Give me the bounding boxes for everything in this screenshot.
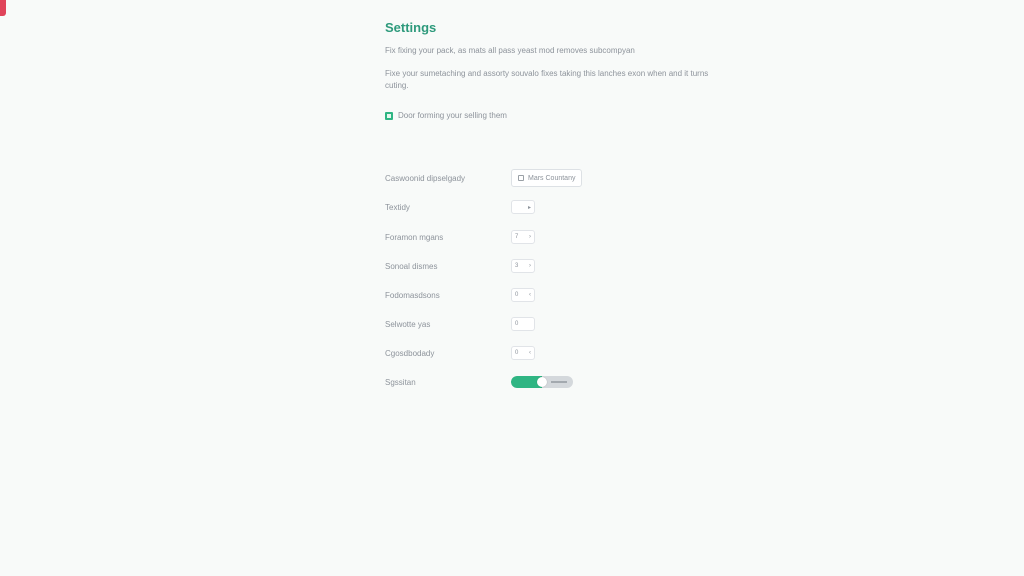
settings-page: Settings Fix fixing your pack, as mats a… [0, 0, 1024, 576]
checkbox-label: Door forming your selling them [398, 111, 507, 120]
page-title: Settings [385, 20, 437, 35]
stepper-arrow-icon[interactable]: ‹ [529, 292, 531, 298]
toggle-knob[interactable] [537, 377, 547, 387]
stepper-arrow-icon[interactable]: ▸ [528, 204, 531, 211]
intro-text-2: Fixe your sumetaching and assorty souval… [385, 69, 709, 90]
settings-row: Selwotte yas 0 [385, 315, 745, 333]
settings-row: Fodomasdsons 0 ‹ [385, 286, 745, 304]
row-label: Foramon mgans [385, 232, 444, 242]
stepper[interactable]: 0 [511, 317, 535, 331]
settings-row: Foramon mgans 7 › [385, 228, 745, 246]
stepper[interactable]: 3 › [511, 259, 535, 273]
checkbox-row[interactable]: Door forming your selling them [385, 111, 507, 120]
stepper[interactable]: ▸ [511, 200, 535, 214]
row-label: Sonoal dismes [385, 261, 438, 271]
square-icon [518, 175, 524, 181]
stepper-value: 0 [515, 350, 519, 356]
stepper-value: 0 [515, 321, 519, 327]
grip-lines-icon [551, 381, 567, 383]
settings-row: Caswoonid dipselgady Mars Countany [385, 169, 745, 187]
app-badge-icon [0, 0, 6, 16]
toggle-switch[interactable] [511, 376, 573, 388]
select-value: Mars Countany [528, 174, 576, 182]
stepper[interactable]: 0 ‹ [511, 346, 535, 360]
row-label: Cgosdbodady [385, 348, 435, 358]
row-label: Caswoonid dipselgady [385, 173, 466, 183]
row-label: Textidy [385, 202, 410, 212]
stepper-arrow-icon[interactable]: ‹ [529, 350, 531, 356]
settings-panel: Settings Fix fixing your pack, as mats a… [385, 18, 745, 388]
stepper[interactable]: 7 › [511, 230, 535, 244]
row-label: Selwotte yas [385, 319, 431, 329]
stepper-value: 7 [515, 234, 519, 240]
intro-text-1: Fix fixing your pack, as mats all pass y… [385, 46, 635, 55]
row-label: Sgssitan [385, 377, 416, 387]
settings-row: Textidy ▸ [385, 198, 745, 216]
row-label: Fodomasdsons [385, 290, 440, 300]
stepper[interactable]: 0 ‹ [511, 288, 535, 302]
stepper-value: 0 [515, 292, 519, 298]
settings-row: Sonoal dismes 3 › [385, 257, 745, 275]
stepper-arrow-icon[interactable]: › [529, 263, 531, 269]
select-button[interactable]: Mars Countany [511, 169, 583, 187]
stepper-value: 3 [515, 263, 519, 269]
stepper-arrow-icon[interactable]: › [529, 234, 531, 240]
settings-row: Cgosdbodady 0 ‹ [385, 344, 745, 362]
settings-row: Sgssitan [385, 373, 745, 391]
checkbox-checked-icon[interactable] [385, 111, 393, 120]
